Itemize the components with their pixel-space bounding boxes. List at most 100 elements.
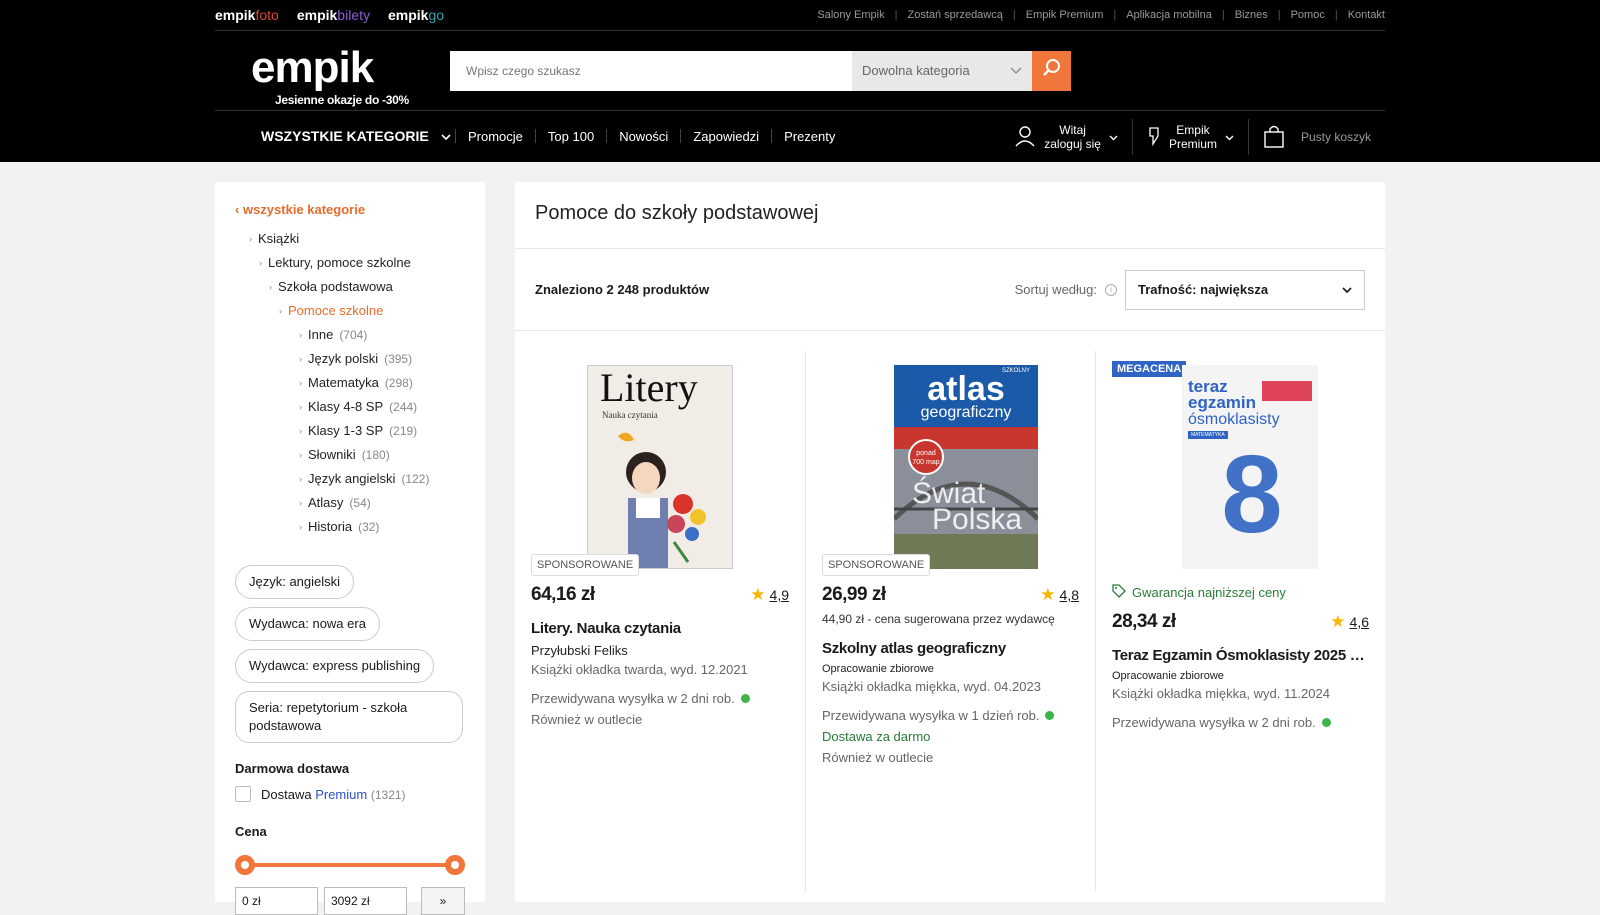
chevron-right-icon: › — [299, 402, 302, 412]
info-icon[interactable]: i — [1105, 283, 1117, 296]
account-button[interactable]: Witaj zaloguj się — [1000, 119, 1133, 155]
subcat-item[interactable]: › Klasy 1-3 SP (219) — [235, 419, 465, 443]
product-author[interactable]: Opracowanie zbiorowe — [822, 663, 1079, 675]
product-cover-image[interactable]: SZKOLNY atlas geograficzny ponad 700 map… — [894, 365, 1038, 569]
lowest-price-guarantee[interactable]: Gwarancja najniższej ceny — [1112, 584, 1369, 601]
product-title[interactable]: Litery. Nauka czytania — [531, 620, 789, 637]
star-icon: ★ — [1330, 612, 1346, 631]
product-author[interactable]: Opracowanie zbiorowe — [1112, 670, 1369, 682]
category-select[interactable]: Dowolna kategoria — [852, 50, 1032, 91]
premium-button[interactable]: Empik Premium — [1133, 119, 1249, 155]
toplink-premium[interactable]: Empik Premium — [1016, 9, 1114, 21]
availability-dot-icon — [1321, 718, 1331, 727]
product-cover-image[interactable]: teraz egzamin ósmoklasisty MATEMATYKA 8 — [1182, 365, 1318, 569]
subcat-item[interactable]: › Historia (32) — [235, 515, 465, 539]
premium-delivery-checkbox[interactable] — [235, 786, 251, 802]
chevron-down-icon — [441, 128, 451, 144]
results-count: Znaleziono 2 248 produktów — [535, 282, 710, 297]
all-categories-button[interactable]: WSZYSTKIE KATEGORIE — [215, 128, 455, 144]
chevron-right-icon: › — [299, 522, 302, 532]
filter-chip-series[interactable]: Seria: repetytorium - szkoła podstawowa — [235, 691, 463, 743]
star-icon: ★ — [1040, 585, 1056, 604]
chevron-right-icon: › — [299, 498, 302, 508]
top-bar: empikfoto empikbilety empikgo Salony Emp… — [215, 0, 1385, 31]
user-icon — [1014, 125, 1036, 150]
empik-logo[interactable]: empik Jesienne okazje do -30% — [215, 31, 450, 111]
nav-nowosci[interactable]: Nowości — [607, 129, 680, 144]
nav-prezenty[interactable]: Prezenty — [772, 129, 847, 144]
product-rating[interactable]: ★ 4,9 — [750, 585, 789, 605]
search-bar: Wpisz czego szukasz Dowolna kategoria — [450, 50, 1071, 91]
search-icon — [1042, 58, 1062, 83]
product-rating[interactable]: ★ 4,8 — [1040, 585, 1079, 605]
price-max-handle[interactable] — [445, 855, 465, 875]
product-rating[interactable]: ★ 4,6 — [1330, 612, 1369, 632]
price-max-input[interactable]: 3092 zł — [323, 887, 407, 915]
subcat-item[interactable]: › Język angielski (122) — [235, 467, 465, 491]
filter-chip-language[interactable]: Język: angielski — [235, 565, 355, 599]
subcat-item[interactable]: › Język polski (395) — [235, 347, 465, 371]
premium-delivery-filter[interactable]: Dostawa Premium (1321) — [235, 786, 465, 802]
product-title[interactable]: Teraz Egzamin Ósmoklasisty 2025 - 2... — [1112, 647, 1369, 664]
chevron-right-icon: › — [299, 426, 302, 436]
subcat-item[interactable]: › Atlasy (54) — [235, 491, 465, 515]
subcat-item[interactable]: › Słowniki (180) — [235, 443, 465, 467]
toplink-biznes[interactable]: Biznes — [1225, 9, 1278, 21]
active-filter-chips: Język: angielski Wydawca: nowa era Wydaw… — [235, 565, 465, 743]
price-apply-button[interactable]: » — [420, 887, 465, 915]
sort-control: Sortuj według: i Trafność: największa — [1015, 269, 1365, 310]
nav-top100[interactable]: Top 100 — [536, 129, 606, 144]
premium-icon — [1147, 126, 1161, 149]
nav-zapowiedzi[interactable]: Zapowiedzi — [681, 129, 771, 144]
toplink-kontakt[interactable]: Kontakt — [1338, 9, 1385, 21]
product-author[interactable]: Przyłubski Feliks — [531, 643, 789, 658]
tree-item-szkola[interactable]: › Szkoła podstawowa — [235, 275, 465, 299]
toplink-sprzedawca[interactable]: Zostań sprzedawcą — [897, 9, 1012, 21]
chevron-down-icon — [1342, 282, 1352, 297]
filter-chip-publisher-nowa-era[interactable]: Wydawca: nowa era — [235, 607, 380, 641]
outlet-info[interactable]: Również w outlecie — [531, 712, 789, 727]
tree-item-lektury[interactable]: › Lektury, pomoce szkolne — [235, 251, 465, 275]
shopping-bag-icon — [1263, 124, 1285, 151]
chevron-right-icon: › — [259, 258, 262, 268]
sponsored-badge: SPONSOROWANE — [531, 554, 640, 576]
price-range-slider[interactable] — [235, 855, 465, 875]
chevron-right-icon: › — [249, 234, 252, 244]
subcat-item[interactable]: › Klasy 4-8 SP (244) — [235, 395, 465, 419]
toplink-salony[interactable]: Salony Empik — [807, 9, 894, 21]
outlet-info[interactable]: Również w outlecie — [822, 750, 1079, 765]
cart-button[interactable]: Pusty koszyk — [1249, 119, 1385, 155]
chevron-right-icon: › — [279, 306, 282, 316]
price-min-input[interactable]: 0 zł — [235, 887, 318, 915]
subcat-item[interactable]: › Matematyka (298) — [235, 371, 465, 395]
search-button[interactable] — [1032, 50, 1071, 91]
product-format: Książki okładka miękka, wyd. 11.2024 — [1112, 686, 1330, 701]
nav-promocje[interactable]: Promocje — [456, 129, 535, 144]
filter-chip-publisher-express[interactable]: Wydawca: express publishing — [235, 649, 435, 683]
price-heading: Cena — [235, 824, 267, 839]
tree-item-ksiazki[interactable]: › Książki — [235, 227, 465, 251]
search-input[interactable]: Wpisz czego szukasz — [450, 50, 852, 91]
brand-empik-foto[interactable]: empikfoto — [215, 7, 279, 23]
toplink-pomoc[interactable]: Pomoc — [1281, 9, 1335, 21]
main-header-row: empik Jesienne okazje do -30% Wpisz czeg… — [215, 31, 1385, 111]
back-all-categories-link[interactable]: ‹ wszystkie kategorie — [235, 202, 465, 217]
chevron-right-icon: › — [299, 474, 302, 484]
brand-empik-bilety[interactable]: empikbilety — [297, 7, 370, 23]
shipping-info: Przewidywana wysyłka w 2 dni rob. — [1112, 715, 1369, 730]
subcat-item[interactable]: › Inne (704) — [235, 323, 465, 347]
tree-item-pomoce[interactable]: › Pomoce szkolne — [235, 299, 465, 323]
product-card[interactable]: Litery Nauka czytania SPONSOROWANE 64,16… — [515, 351, 805, 891]
product-card[interactable]: SZKOLNY atlas geograficzny ponad 700 map… — [805, 351, 1095, 891]
product-format: Książki okładka miękka, wyd. 04.2023 — [822, 679, 1041, 694]
product-title[interactable]: Szkolny atlas geograficzny — [822, 640, 1079, 657]
sort-select[interactable]: Trafność: największa — [1125, 269, 1365, 310]
brand-empik-go[interactable]: empikgo — [388, 7, 444, 23]
page-title: Pomoce do szkoły podstawowej — [515, 182, 1385, 249]
suggested-price: 44,90 zł - cena sugerowana przez wydawcę — [822, 612, 1055, 626]
toplink-aplikacja[interactable]: Aplikacja mobilna — [1116, 9, 1222, 21]
shipping-info: Przewidywana wysyłka w 2 dni rob. — [531, 691, 789, 706]
product-cover-image[interactable]: Litery Nauka czytania — [587, 365, 733, 569]
price-min-handle[interactable] — [235, 855, 255, 875]
product-card[interactable]: MEGACENA teraz egzamin ósmoklasisty MATE… — [1095, 351, 1385, 891]
